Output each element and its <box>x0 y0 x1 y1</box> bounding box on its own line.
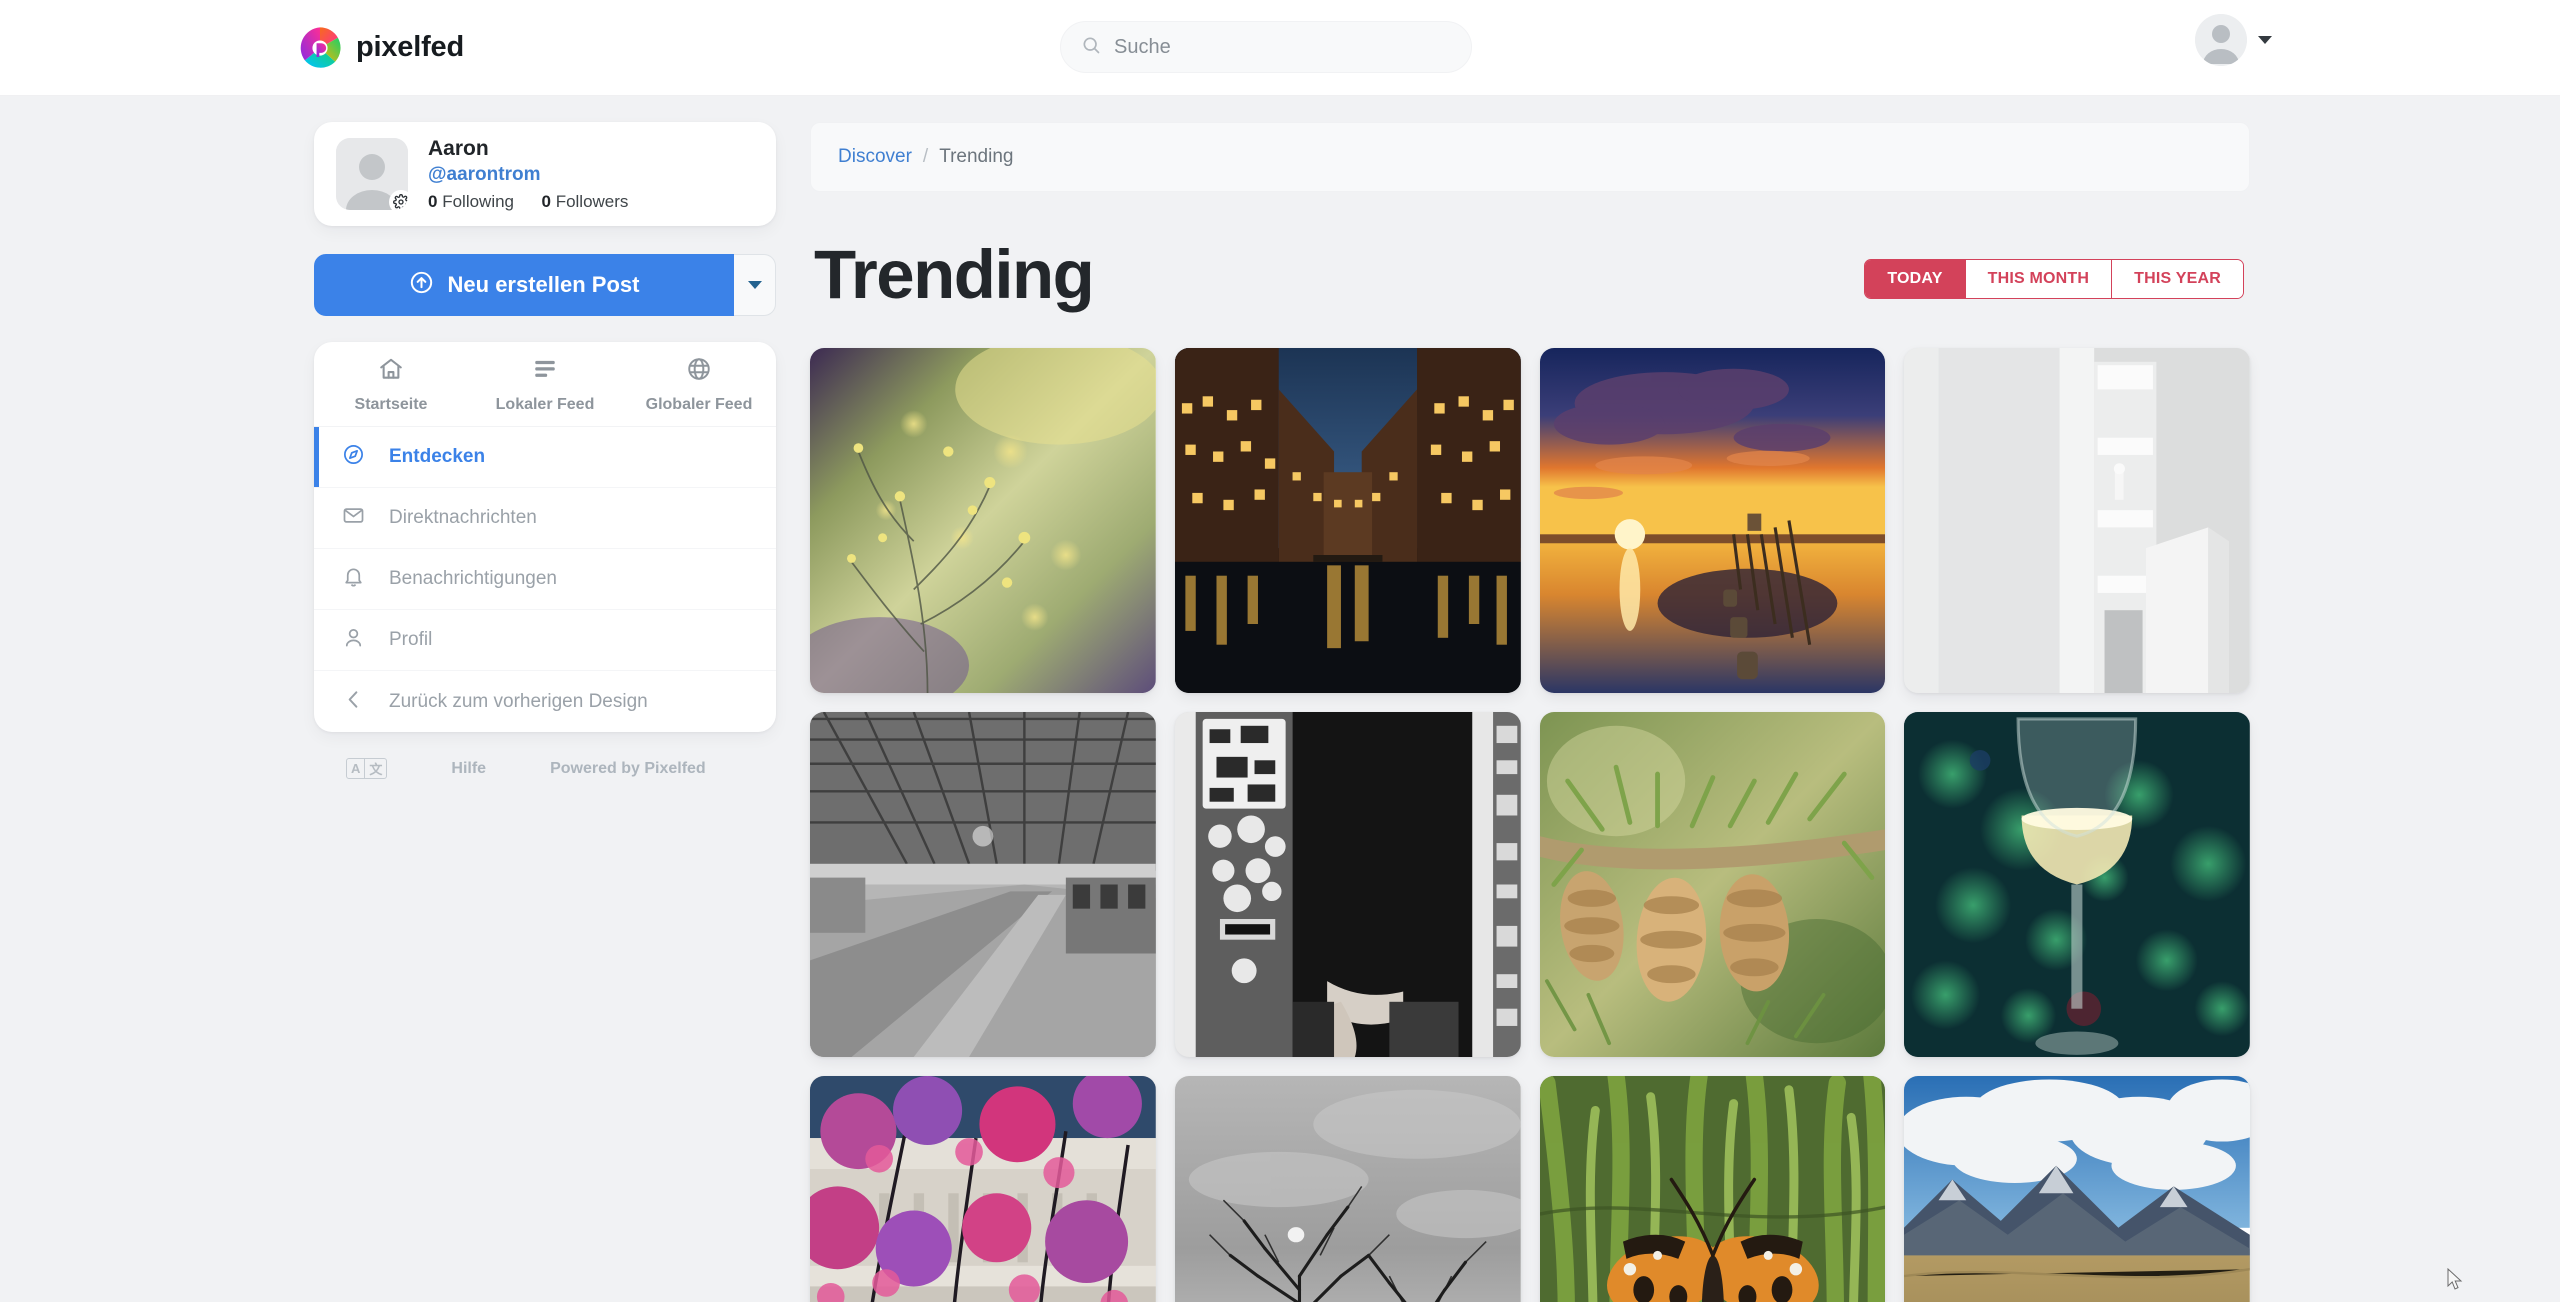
sidebar-item-benachrichtigungen[interactable]: Benachrichtigungen <box>314 549 776 610</box>
sidebar-item-lokaler-feed[interactable]: Lokaler Feed <box>468 342 622 426</box>
followers-count: 0 <box>541 192 551 212</box>
sidebar-item-label: Globaler Feed <box>645 396 753 413</box>
grid-item-train-station-black-white[interactable] <box>810 712 1156 1057</box>
grid-item-orange-butterfly-in-grass[interactable] <box>1539 1076 1886 1302</box>
grid-item-sunset-lake-pier-clouds[interactable] <box>1539 348 1886 693</box>
grid-item-pine-cones-on-branch[interactable] <box>1539 712 1886 1057</box>
caret-down-icon <box>747 281 762 289</box>
brand-logo-link[interactable]: pixelfed <box>298 26 464 70</box>
grid-item-mountain-meadow-clouds[interactable] <box>1904 1076 2250 1302</box>
arrow-up-circle-icon <box>409 270 434 301</box>
sidebar-item-profil[interactable]: Profil <box>314 610 776 671</box>
search-box[interactable] <box>1060 21 1472 73</box>
tab-this-year[interactable]: THIS YEAR <box>2112 260 2243 298</box>
followers-label: Followers <box>555 192 629 212</box>
chevron-down-icon[interactable] <box>2258 36 2272 44</box>
sidebar-item-entdecken[interactable]: Entdecken <box>314 427 776 488</box>
grid-item-canal-buildings-night-reflection[interactable] <box>1174 348 1521 693</box>
time-range-tabs: TODAY THIS MONTH THIS YEAR <box>1864 259 2244 299</box>
sidebar-item-label: Profil <box>389 629 433 650</box>
sidebar-item-label: Lokaler Feed <box>495 396 595 413</box>
page-body: Aaron @aarontrom 0 Following 0 Followers <box>0 96 2560 1302</box>
language-right-glyph: 文 <box>364 759 386 778</box>
grid-item-white-minimal-architecture[interactable] <box>1904 348 2250 693</box>
help-link[interactable]: Hilfe <box>451 760 486 778</box>
breadcrumb-current: Trending <box>939 146 1014 167</box>
profile-handle[interactable]: @aarontrom <box>428 163 628 188</box>
sidebar-item-globaler-feed[interactable]: Globaler Feed <box>622 342 776 426</box>
globe-icon <box>686 356 712 387</box>
tab-today[interactable]: TODAY <box>1865 260 1966 298</box>
grid-item-photo-booth-curtain-black-white[interactable] <box>1174 712 1521 1057</box>
following-label: Following <box>442 192 515 212</box>
title-row: Trending TODAY THIS MONTH THIS YEAR <box>810 240 2250 309</box>
profile-avatar[interactable] <box>336 138 408 210</box>
pixelfed-logo-icon <box>298 26 342 70</box>
breadcrumb-separator: / <box>922 146 929 167</box>
top-navbar: pixelfed <box>0 0 2560 96</box>
sidebar-item-label: Startseite <box>354 396 428 413</box>
powered-by-link[interactable]: Powered by Pixelfed <box>550 760 706 778</box>
create-post-label: Neu erstellen Post <box>447 272 640 297</box>
sidebar-item-label: Entdecken <box>389 446 486 467</box>
sidebar-item-label: Benachrichtigungen <box>389 568 557 589</box>
create-post-button[interactable]: Neu erstellen Post <box>314 254 734 316</box>
sidebar-item-direktnachrichten[interactable]: Direktnachrichten <box>314 488 776 549</box>
chevron-left-icon <box>342 688 365 716</box>
page-title: Trending <box>814 236 1095 313</box>
sidebar-item-label: Direktnachrichten <box>389 507 537 528</box>
avatar[interactable] <box>2195 14 2247 66</box>
bars-icon <box>532 356 558 387</box>
grid-item-wine-glass-green-bokeh[interactable] <box>1904 712 2250 1057</box>
bell-icon <box>342 565 365 593</box>
feed-shortcuts: Startseite Lokaler Feed Globaler Feed <box>314 342 776 427</box>
breadcrumb-discover-link[interactable]: Discover <box>838 146 912 168</box>
create-post-dropdown-button[interactable] <box>734 254 776 316</box>
tab-this-month[interactable]: THIS MONTH <box>1965 260 2113 298</box>
person-icon <box>342 626 365 654</box>
search-input[interactable] <box>1114 35 1451 59</box>
breadcrumb: Discover / Trending <box>810 122 2250 192</box>
envelope-icon <box>342 504 365 532</box>
trending-grid <box>810 348 2250 1302</box>
compass-icon <box>342 443 365 471</box>
following-count: 0 <box>428 192 438 212</box>
sidebar-item-startseite[interactable]: Startseite <box>314 342 468 426</box>
sidebar-item-label: Zurück zum vorherigen Design <box>389 690 648 712</box>
search-icon <box>1081 35 1101 60</box>
main-content: Discover / Trending Trending TODAY THIS … <box>810 96 2250 1302</box>
language-translate-icon[interactable]: A 文 <box>346 758 388 779</box>
profile-name: Aaron <box>428 136 489 160</box>
profile-card[interactable]: Aaron @aarontrom 0 Following 0 Followers <box>314 122 776 226</box>
grid-item-purple-pink-blossoms-house[interactable] <box>810 1076 1156 1302</box>
search-container <box>1060 21 1472 73</box>
sidebar-nav-card: Startseite Lokaler Feed Globaler Feed En… <box>314 342 776 732</box>
create-post-group: Neu erstellen Post <box>314 254 776 316</box>
home-icon <box>378 356 404 387</box>
sidebar: Aaron @aarontrom 0 Following 0 Followers <box>314 96 776 1302</box>
grid-item-yellow-wildflowers-bokeh[interactable] <box>810 348 1156 693</box>
profile-stats: 0 Following 0 Followers <box>428 192 628 212</box>
nav-user-menu[interactable] <box>2195 14 2272 66</box>
language-left-glyph: A <box>351 761 361 776</box>
profile-meta: Aaron @aarontrom 0 Following 0 Followers <box>428 136 628 213</box>
sidebar-item-zurueck-design[interactable]: Zurück zum vorherigen Design <box>314 671 776 732</box>
sidebar-footer: A 文 Hilfe Powered by Pixelfed <box>314 732 776 779</box>
grid-item-bare-trees-grey-sky[interactable] <box>1174 1076 1521 1302</box>
brand-name: pixelfed <box>356 31 464 63</box>
gear-icon[interactable] <box>389 190 408 210</box>
mouse-cursor <box>2447 1267 2465 1297</box>
